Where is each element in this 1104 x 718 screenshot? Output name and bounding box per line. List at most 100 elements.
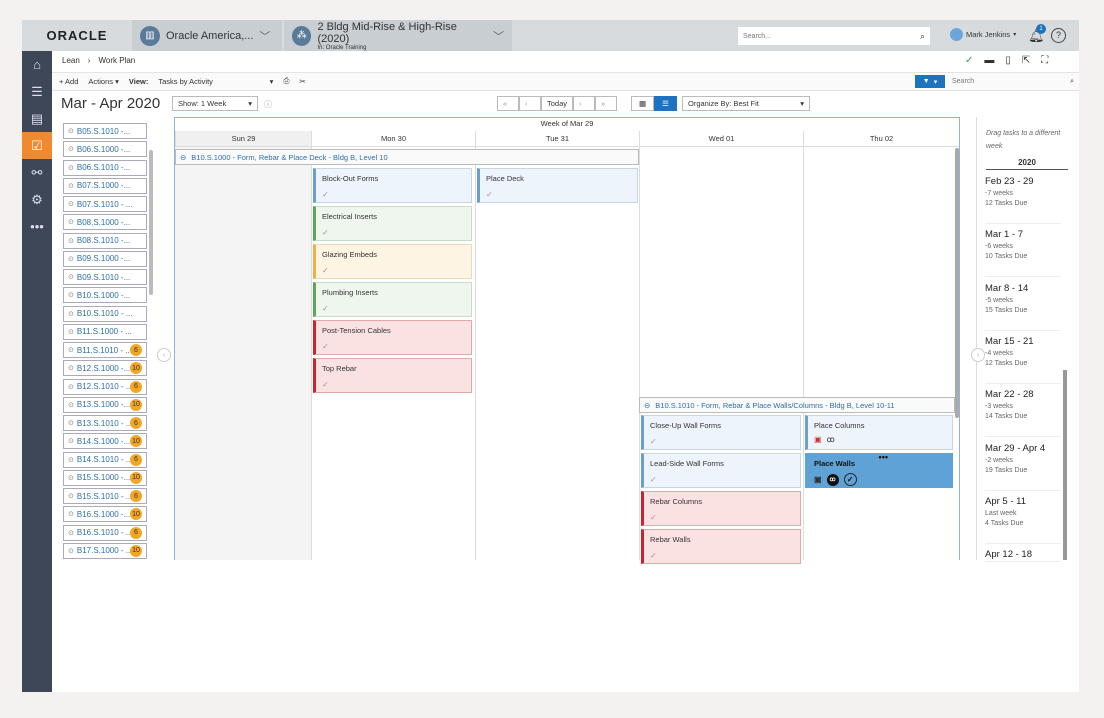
first-page-button[interactable]: « xyxy=(497,96,519,111)
organize-by-select[interactable]: Organize By: Best Fit ▾ xyxy=(682,96,810,111)
task-card[interactable]: Plumbing Inserts ✓ xyxy=(313,282,472,317)
task-card[interactable]: Rebar Columns ✓ xyxy=(641,491,801,526)
network-icon[interactable]: ⚯ xyxy=(22,159,52,186)
activity-list-item[interactable]: ⊙ B13.S.1010 - ... 6 xyxy=(63,415,147,431)
task-card[interactable]: Place Deck ✓ xyxy=(477,168,638,203)
check-icon[interactable]: ✓ xyxy=(322,342,465,351)
global-search-input[interactable]: Search... ⌕ xyxy=(738,27,930,45)
activity-list-item[interactable]: ⊙ B09.S.1010 -... xyxy=(63,269,147,285)
check-icon[interactable]: ✓ xyxy=(650,437,794,446)
document-icon[interactable]: ▯ xyxy=(1005,55,1011,66)
activity-list-item[interactable]: ⊙ B07.S.1010 - ... xyxy=(63,196,147,212)
help-icon[interactable]: ⓘ xyxy=(264,99,272,110)
activity-list-item[interactable]: ⊙ B06.S.1000 -... xyxy=(63,141,147,158)
week-drop-target[interactable]: Mar 8 - 14 -5 weeks 15 Tasks Due xyxy=(985,278,1061,331)
activity-list-item[interactable]: ⊙ B08.S.1000 -... xyxy=(63,214,147,231)
activity-list-item[interactable]: ⊙ B06.S.1010 -... xyxy=(63,159,147,176)
check-icon[interactable]: ✓ xyxy=(650,513,794,522)
task-card[interactable]: Rebar Walls ✓ xyxy=(641,529,801,564)
home-icon[interactable]: ⌂ xyxy=(22,51,52,78)
task-card[interactable]: Post-Tension Cables ✓ xyxy=(313,320,472,355)
task-card[interactable]: Block-Out Forms ✓ xyxy=(313,168,472,203)
complete-icon[interactable]: ✓ xyxy=(843,473,857,486)
breadcrumb-lean[interactable]: Lean xyxy=(62,56,80,65)
task-card[interactable]: Place Walls ••• ▣ ꝏ ✓ xyxy=(805,452,953,488)
share-icon[interactable]: ⇱ xyxy=(1022,55,1030,66)
check-icon[interactable]: ✓ xyxy=(322,380,465,389)
project-selector[interactable]: ⁂ 2 Bldg Mid-Rise & High-Rise (2020) In: … xyxy=(284,20,512,51)
activity-list-item[interactable]: ⊙ B16.S.1000 -... 10 xyxy=(63,506,147,523)
actions-menu[interactable]: Actions ▾ xyxy=(88,77,118,86)
list-icon[interactable]: ☰ xyxy=(22,78,52,105)
activity-list-item[interactable]: ⊙ B14.S.1010 - ... 6 xyxy=(63,451,147,468)
print-icon[interactable]: ⎙ xyxy=(283,76,289,86)
activity-list-item[interactable]: ⊙ B13.S.1000 -... 10 xyxy=(63,396,147,413)
task-card[interactable]: Electrical Inserts ✓ xyxy=(313,206,472,241)
expand-right-icon[interactable]: › xyxy=(971,348,985,362)
tools-icon[interactable]: ✂ xyxy=(299,77,305,86)
view-select[interactable]: Tasks by Activity ▾ xyxy=(158,77,273,86)
grid-view-icon[interactable]: ▦ xyxy=(631,96,654,111)
chart-icon[interactable]: ▬ xyxy=(984,55,994,66)
check-icon[interactable]: ✓ xyxy=(650,551,794,560)
activity-list-item[interactable]: ⊙ B07.S.1000 -... xyxy=(63,177,147,194)
weeks-scrollbar[interactable] xyxy=(1063,370,1067,560)
activity-list-item[interactable]: ⊙ B11.S.1000 - ... xyxy=(63,323,147,340)
activity-list-item[interactable]: ⊙ B09.S.1000 -... xyxy=(63,250,147,267)
activity-list-item[interactable]: ⊙ B17.S.1000 - ... 10 xyxy=(63,542,147,559)
filter-button[interactable]: ▼ ▾ xyxy=(915,75,945,88)
check-icon[interactable]: ✓ xyxy=(965,55,973,66)
week-drop-target[interactable]: Mar 29 - Apr 4 -2 weeks 19 Tasks Due xyxy=(985,438,1061,491)
today-button[interactable]: Today xyxy=(541,96,573,111)
more-icon[interactable]: ••• xyxy=(22,213,52,240)
collapse-left-icon[interactable]: ‹ xyxy=(157,348,171,362)
gantt-icon[interactable]: ▤ xyxy=(22,105,52,132)
settings-icon[interactable]: ⚙ xyxy=(22,186,52,213)
check-icon[interactable]: ✓ xyxy=(322,266,465,275)
more-options-icon[interactable]: ••• xyxy=(879,452,888,462)
company-selector[interactable]: ▥ Oracle America,... ﹀ xyxy=(132,20,282,51)
check-icon[interactable]: ✓ xyxy=(322,304,465,313)
activity-list-item[interactable]: ⊙ B15.S.1000 -... 10 xyxy=(63,469,147,486)
add-button[interactable]: + Add xyxy=(59,77,78,86)
show-select[interactable]: Show: 1 Week ▾ xyxy=(172,96,258,111)
task-card[interactable]: Close-Up Wall Forms ✓ xyxy=(641,415,801,450)
activity-list-item[interactable]: ⊙ B05.S.1010 -... xyxy=(63,123,147,139)
activity-list-item[interactable]: ⊙ B08.S.1010 -... xyxy=(63,232,147,249)
calendar-scrollbar[interactable] xyxy=(955,148,959,418)
check-icon[interactable]: ✓ xyxy=(650,475,794,484)
user-menu[interactable]: Mark Jenkins ▾ xyxy=(950,28,1016,41)
activity-group-header[interactable]: ⊖ B10.S.1000 - Form, Rebar & Place Deck -… xyxy=(175,149,639,165)
check-icon[interactable]: ✓ xyxy=(486,190,631,199)
lean-tasks-icon[interactable]: ☑ xyxy=(22,132,52,159)
activity-list-item[interactable]: ⊙ B12.S.1010 - ... 6 xyxy=(63,378,147,395)
task-card[interactable]: Place Columns ▣ ꝏ xyxy=(805,415,953,450)
previous-button[interactable]: ‹ xyxy=(519,96,541,111)
check-icon[interactable]: ✓ xyxy=(322,190,465,199)
fullscreen-icon[interactable]: ⛶ xyxy=(1041,55,1048,66)
week-drop-target[interactable]: Mar 15 - 21 -4 weeks 12 Tasks Due xyxy=(985,331,1061,384)
board-view-icon[interactable]: ☰ xyxy=(654,96,677,111)
activity-list-item[interactable]: ⊙ B11.S.1010 - ... 6 xyxy=(63,342,147,358)
week-drop-target[interactable]: Apr 12 - 18 xyxy=(985,544,1061,563)
week-drop-target[interactable]: Mar 1 - 7 -6 weeks 10 Tasks Due xyxy=(985,224,1061,278)
help-icon[interactable]: ? xyxy=(1051,28,1066,43)
next-button[interactable]: › xyxy=(573,96,595,111)
activity-list-scrollbar[interactable] xyxy=(149,150,153,295)
activity-list-item[interactable]: ⊙ B10.S.1000 -... xyxy=(63,287,147,304)
week-drop-target[interactable]: Apr 5 - 11 Last week 4 Tasks Due xyxy=(985,491,1061,544)
activity-list-item[interactable]: ⊙ B16.S.1010 - ... 6 xyxy=(63,524,147,541)
activity-list-item[interactable]: ⊙ B14.S.1000 -... 10 xyxy=(63,433,147,450)
activity-list-item[interactable]: ⊙ B15.S.1010 - ... 6 xyxy=(63,488,147,504)
last-page-button[interactable]: » xyxy=(595,96,617,111)
week-drop-target[interactable]: Feb 23 - 29 -7 weeks 12 Tasks Due xyxy=(985,171,1061,224)
task-card[interactable]: Top Rebar ✓ xyxy=(313,358,472,393)
task-card[interactable]: Glazing Embeds ✓ xyxy=(313,244,472,279)
check-icon[interactable]: ✓ xyxy=(322,228,465,237)
week-drop-target[interactable]: Mar 22 - 28 -3 weeks 14 Tasks Due xyxy=(985,384,1061,438)
task-search-input[interactable]: Search ⌕ xyxy=(952,75,1074,88)
activity-group-header[interactable]: ⊖ B10.S.1010 - Form, Rebar & Place Walls/… xyxy=(639,397,955,413)
activity-list-item[interactable]: ⊙ B10.S.1010 - ... xyxy=(63,305,147,322)
activity-list-item[interactable]: ⊙ B12.S.1000 -... 10 xyxy=(63,360,147,377)
task-card[interactable]: Lead-Side Wall Forms ✓ xyxy=(641,453,801,488)
